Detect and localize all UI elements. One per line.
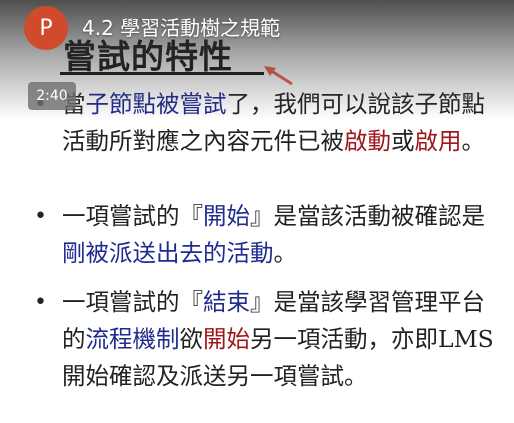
text-run-highlight: 啟動 [344,127,391,155]
bullet-dot: • [34,204,47,229]
slide-canvas: 嘗試的特性 • 當子節點被嘗試了，我們可以說該子節點活動所對應之內容元件已被啟動… [0,0,514,423]
bullet-dot: • [34,290,47,315]
bullet-item-1: • 當子節點被嘗試了，我們可以說該子節點活動所對應之內容元件已被啟動或啟用。 [34,86,504,160]
text-run: 一項嘗試的『 [62,288,203,316]
bullet-text-1: 當子節點被嘗試了，我們可以說該子節點活動所對應之內容元件已被啟動或啟用。 [62,86,504,160]
text-run: 』是當該活動被確認是 [250,202,485,230]
timestamp-badge: 2:40 [28,82,76,110]
text-run-highlight: 開始 [203,325,250,353]
text-run-highlight: 子節點被嘗試 [85,90,227,118]
text-run-highlight: 開始 [203,202,250,230]
text-run: 。 [461,127,486,155]
bullet-text-3: 一項嘗試的『結束』是當該學習管理平台的流程機制欲開始另一項活動，亦即LMS開始確… [62,284,504,395]
text-run-highlight: 結束 [203,288,250,316]
text-run: 欲 [179,325,204,353]
channel-avatar[interactable]: P [24,6,68,50]
bullet-item-3: • 一項嘗試的『結束』是當該學習管理平台的流程機制欲開始另一項活動，亦即LMS開… [34,284,504,395]
video-title[interactable]: 4.2 學習活動樹之規範 [82,12,280,41]
text-run: 。 [273,239,298,267]
bullet-text-2: 一項嘗試的『開始』是當該活動被確認是剛被派送出去的活動。 [62,198,504,272]
text-run-highlight: 啟用 [414,127,462,155]
text-run-highlight: 剛被派送出去的活動 [62,239,274,267]
pointer-arrow-icon [264,66,293,86]
heading-underline [60,72,264,75]
bullet-item-2: • 一項嘗試的『開始』是當該活動被確認是剛被派送出去的活動。 [34,198,504,272]
text-run: 一項嘗試的『 [62,202,203,230]
text-run: 或 [391,127,415,155]
text-run-highlight: 流程機制 [85,325,180,353]
